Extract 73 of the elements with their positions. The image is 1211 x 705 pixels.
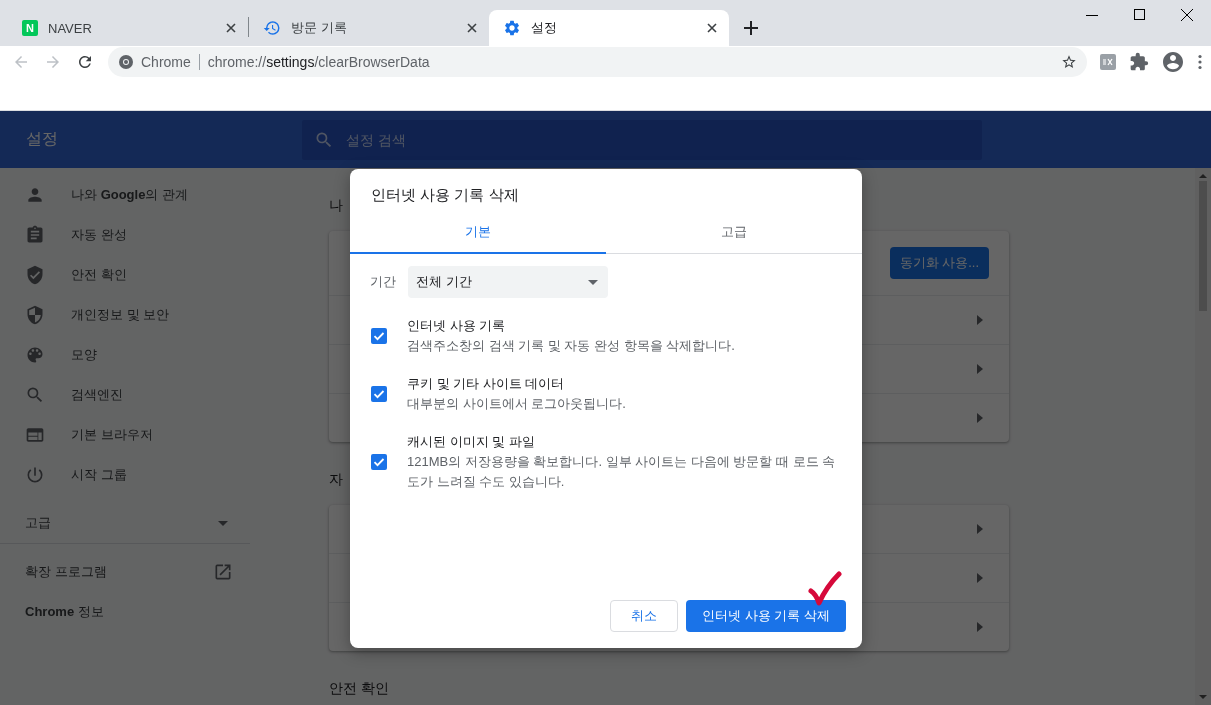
checkmark-icon bbox=[808, 571, 842, 607]
history-icon bbox=[263, 19, 281, 37]
chevron-right-icon[interactable] bbox=[977, 622, 983, 632]
page-title: 설정 bbox=[25, 129, 59, 149]
account-icon[interactable] bbox=[1161, 50, 1185, 74]
browser-tab[interactable]: 방문 기록 bbox=[249, 10, 489, 46]
open-external-icon[interactable] bbox=[213, 562, 233, 582]
section-title: 자 bbox=[329, 471, 343, 487]
sidebar-item[interactable]: 나와 Google의 관계 bbox=[0, 175, 250, 215]
sync-button[interactable]: 동기화 사용... bbox=[889, 247, 989, 279]
url-text: chrome://settings/clearBrowserData bbox=[207, 54, 430, 70]
sidebar-item[interactable]: 안전 확인 bbox=[0, 255, 250, 295]
browser-window-icon bbox=[25, 425, 45, 445]
chevron-right-icon[interactable] bbox=[977, 573, 983, 583]
cancel-button[interactable]: 취소 bbox=[610, 600, 679, 632]
naver-favicon: N bbox=[22, 20, 38, 36]
search-icon bbox=[25, 385, 45, 405]
reload-icon[interactable] bbox=[76, 53, 94, 71]
advanced-label[interactable]: 고급 bbox=[25, 514, 51, 532]
option-description: 검색주소창의 검색 기록 및 자동 완성 항목을 삭제합니다. bbox=[407, 337, 736, 355]
clear-data-button[interactable]: 인터넷 사용 기록 삭제 bbox=[686, 600, 846, 632]
close-icon[interactable] bbox=[226, 23, 236, 33]
time-range-label: 기간 bbox=[370, 273, 396, 291]
chevron-right-icon[interactable] bbox=[977, 364, 983, 374]
sidebar-item[interactable]: 기본 브라우저 bbox=[0, 415, 250, 455]
sidebar-item[interactable]: 모양 bbox=[0, 335, 250, 375]
chevron-right-icon[interactable] bbox=[977, 524, 983, 534]
dialog-tab[interactable]: 고급 bbox=[606, 212, 862, 254]
puzzle-icon[interactable] bbox=[1129, 52, 1149, 72]
chrome-logo-icon bbox=[119, 55, 133, 69]
option-title: 쿠키 및 기타 사이트 데이터 bbox=[407, 375, 566, 393]
option-description: 대부분의 사이트에서 로그아웃됩니다. bbox=[407, 395, 627, 413]
menu-icon[interactable] bbox=[1197, 54, 1203, 70]
checkbox[interactable] bbox=[371, 454, 387, 470]
close-icon[interactable] bbox=[707, 23, 717, 33]
settings-icon bbox=[503, 19, 521, 37]
palette-icon bbox=[25, 345, 45, 365]
checkbox[interactable] bbox=[371, 328, 387, 344]
caret-down-icon bbox=[588, 279, 598, 285]
scroll-up-icon[interactable] bbox=[1199, 174, 1207, 178]
dialog-tab[interactable]: 기본 bbox=[350, 212, 606, 254]
sidebar-item[interactable]: 검색엔진 bbox=[0, 375, 250, 415]
power-icon bbox=[25, 465, 45, 485]
clipboard-icon bbox=[25, 225, 45, 245]
section-title: 나 bbox=[329, 197, 343, 213]
about-link[interactable]: Chrome 정보 bbox=[25, 603, 104, 621]
extension-icon[interactable] bbox=[1099, 53, 1117, 71]
browser-tab[interactable]: 설정 bbox=[489, 10, 729, 46]
browser-tab[interactable]: N NAVER bbox=[8, 10, 248, 46]
sidebar-item[interactable]: 시작 그룹 bbox=[0, 455, 250, 495]
sidebar-item[interactable]: 자동 완성 bbox=[0, 215, 250, 255]
close-icon[interactable] bbox=[467, 23, 477, 33]
site-label: Chrome bbox=[141, 54, 191, 70]
chevron-right-icon[interactable] bbox=[977, 413, 983, 423]
maximize-icon[interactable] bbox=[1134, 9, 1145, 20]
dialog-title: 인터넷 사용 기록 삭제 bbox=[370, 185, 520, 205]
shield-check-icon bbox=[25, 265, 45, 285]
shield-icon bbox=[25, 305, 45, 325]
star-icon[interactable] bbox=[1061, 54, 1077, 70]
option-title: 캐시된 이미지 및 파일 bbox=[407, 433, 536, 451]
option-description: 121MB의 저장용량을 확보합니다. 일부 사이트는 다음에 방문할 때 로드 속도가 느려질 수도 있습니다. bbox=[407, 453, 837, 491]
scrollbar[interactable] bbox=[1195, 168, 1211, 705]
checkbox[interactable] bbox=[371, 386, 387, 402]
caret-down-icon[interactable] bbox=[218, 520, 228, 526]
chevron-right-icon[interactable] bbox=[977, 315, 983, 325]
address-bar[interactable]: Chrome chrome://settings/clearBrowserData bbox=[108, 47, 1087, 77]
close-icon[interactable] bbox=[1181, 9, 1193, 21]
sidebar-item[interactable]: 개인정보 및 보안 bbox=[0, 295, 250, 335]
scroll-down-icon[interactable] bbox=[1199, 695, 1207, 699]
extensions-link[interactable]: 확장 프로그램 bbox=[25, 563, 107, 581]
time-range-dropdown[interactable]: 전체 기간 bbox=[408, 266, 608, 298]
section-title: 안전 확인 bbox=[329, 680, 389, 696]
option-title: 인터넷 사용 기록 bbox=[407, 317, 507, 335]
